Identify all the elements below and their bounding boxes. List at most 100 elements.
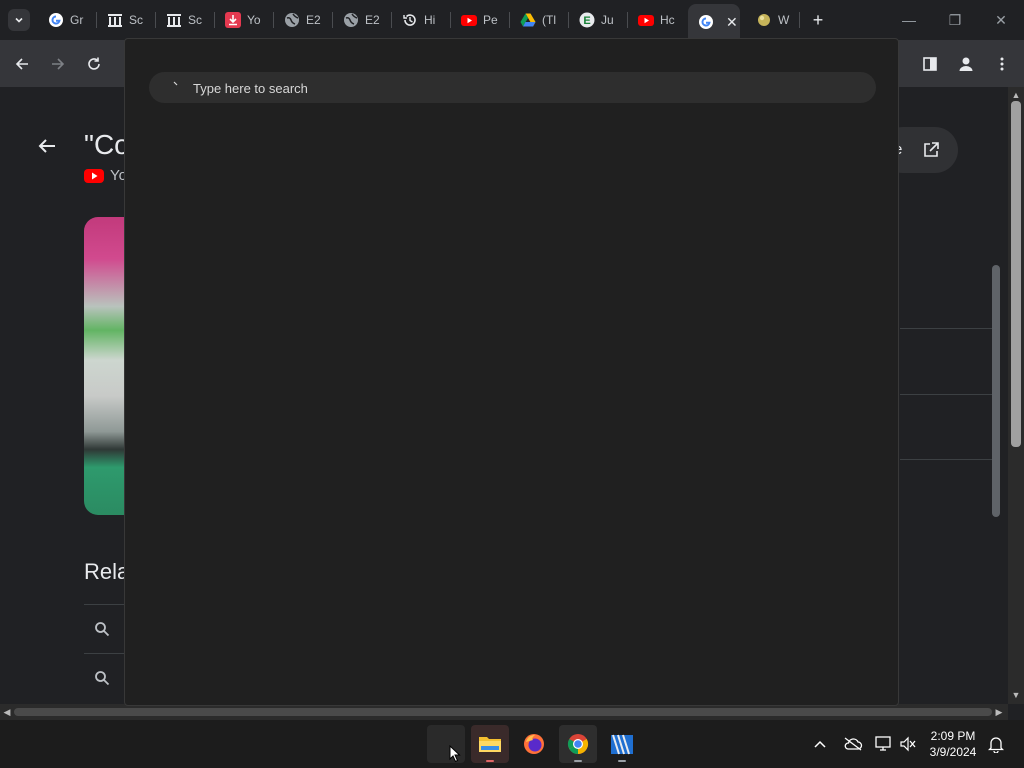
history-icon <box>402 12 418 28</box>
bell-icon <box>988 737 1004 753</box>
minimize-button[interactable]: — <box>886 8 932 32</box>
e-icon: E <box>579 12 595 28</box>
chevron-up-icon <box>814 740 826 748</box>
tab[interactable]: E2 <box>333 6 392 34</box>
search-popup <box>124 38 899 706</box>
tab-label: Gr <box>70 13 84 27</box>
cursor-icon <box>449 745 461 763</box>
horizontal-scroll-thumb[interactable] <box>14 708 992 716</box>
search-input[interactable] <box>191 72 865 105</box>
taskbar-video-editor[interactable] <box>603 725 641 763</box>
search-icon <box>95 671 110 686</box>
open-external-icon <box>924 142 939 157</box>
arrow-left-icon <box>15 58 28 70</box>
source-row: Yo <box>84 167 127 184</box>
tab[interactable]: Sc <box>97 6 156 34</box>
chrome-icon <box>567 734 589 755</box>
clock-time: 2:09 PM <box>930 729 976 743</box>
network-icon <box>875 736 891 751</box>
profile-button[interactable] <box>954 52 978 76</box>
firefox-icon <box>524 734 544 754</box>
scroll-left-icon[interactable]: ◀ <box>2 707 12 717</box>
search-icon <box>95 622 110 637</box>
horizontal-scrollbar[interactable]: ◀ ▶ <box>0 704 1008 720</box>
google-icon <box>698 14 714 30</box>
taskbar-chrome[interactable] <box>559 725 597 763</box>
forward-button[interactable] <box>46 52 70 76</box>
tab[interactable]: Gr <box>38 6 97 34</box>
scroll-down-icon[interactable]: ▼ <box>1011 690 1021 700</box>
taskbar-file-explorer[interactable] <box>471 725 509 763</box>
tab-label: Ju <box>601 13 614 27</box>
google-icon <box>48 12 64 28</box>
onedrive-button[interactable] <box>842 734 864 754</box>
search-icon <box>173 81 178 86</box>
tab[interactable]: E2 <box>274 6 333 34</box>
tab-label: Hc <box>660 13 675 27</box>
tab[interactable]: (Tl <box>510 6 569 34</box>
tab-label: W <box>778 13 790 27</box>
tab[interactable]: E Ju <box>569 6 628 34</box>
ball-icon <box>756 12 772 28</box>
institution-icon <box>107 12 123 28</box>
tab[interactable]: Hi <box>392 6 451 34</box>
tab-label: Hi <box>424 13 436 27</box>
taskbar-firefox[interactable] <box>515 725 553 763</box>
back-button[interactable] <box>10 52 34 76</box>
reload-icon <box>88 57 100 70</box>
tab[interactable]: W <box>746 6 800 34</box>
youtube-icon <box>461 12 477 28</box>
tab[interactable]: Pe <box>451 6 510 34</box>
tab[interactable]: Hc <box>628 6 688 34</box>
notifications-button[interactable] <box>986 734 1006 754</box>
side-panel-button[interactable] <box>918 52 942 76</box>
network-button[interactable] <box>874 734 894 754</box>
tab-label: E2 <box>306 13 321 27</box>
tab[interactable]: Sc <box>156 6 215 34</box>
download-icon <box>225 12 241 28</box>
tab-label: Sc <box>129 13 144 27</box>
vertical-scroll-thumb[interactable] <box>1011 101 1021 447</box>
scroll-up-icon[interactable]: ▲ <box>1011 90 1021 100</box>
globe-icon <box>284 12 300 28</box>
tab-strip: Gr Sc Sc Yo E2 E2 Hi Pe (Tl E Ju Hc ✕ W … <box>0 0 1024 40</box>
close-window-button[interactable]: ✕ <box>978 8 1024 32</box>
system-clock[interactable]: 2:09 PM 3/9/2024 <box>918 728 988 760</box>
divider <box>900 394 992 395</box>
page-back-button[interactable] <box>36 135 58 162</box>
tab-label: (Tl <box>542 13 556 27</box>
restore-button[interactable]: ❐ <box>932 8 978 32</box>
tab-active[interactable]: ✕ <box>688 4 740 40</box>
globe-icon <box>343 12 359 28</box>
new-tab-button[interactable]: + <box>808 10 828 30</box>
folder-icon <box>479 737 501 752</box>
search-box[interactable] <box>149 72 876 105</box>
google-drive-icon <box>520 12 536 28</box>
chevron-down-icon <box>15 17 23 23</box>
panel-scrollbar[interactable] <box>992 265 1000 517</box>
volume-muted-icon <box>900 736 916 752</box>
reload-button[interactable] <box>82 52 106 76</box>
volume-button[interactable] <box>898 734 918 754</box>
taskbar-search-button[interactable] <box>427 725 465 763</box>
more-vertical-icon <box>1000 57 1004 71</box>
arrow-right-icon <box>52 58 65 70</box>
tab-label: Pe <box>483 13 498 27</box>
tab-label: Yo <box>247 13 261 27</box>
vertical-scrollbar[interactable]: ▲ ▼ <box>1008 87 1024 704</box>
svg-text:E: E <box>583 15 590 27</box>
taskbar: 2:09 PM 3/9/2024 <box>0 720 1024 768</box>
tab-label: Sc <box>188 13 203 27</box>
tab[interactable]: Yo <box>215 6 274 34</box>
cloud-offline-icon <box>844 737 863 751</box>
close-tab-icon[interactable]: ✕ <box>726 14 738 31</box>
scroll-right-icon[interactable]: ▶ <box>994 707 1004 717</box>
tab-search-button[interactable] <box>8 9 30 31</box>
youtube-icon <box>638 12 654 28</box>
divider <box>900 328 992 329</box>
menu-button[interactable] <box>990 52 1014 76</box>
clock-date: 3/9/2024 <box>929 745 977 759</box>
related-heading: Rela <box>84 559 130 584</box>
profile-icon <box>959 57 973 71</box>
show-hidden-icons-button[interactable] <box>810 734 830 754</box>
